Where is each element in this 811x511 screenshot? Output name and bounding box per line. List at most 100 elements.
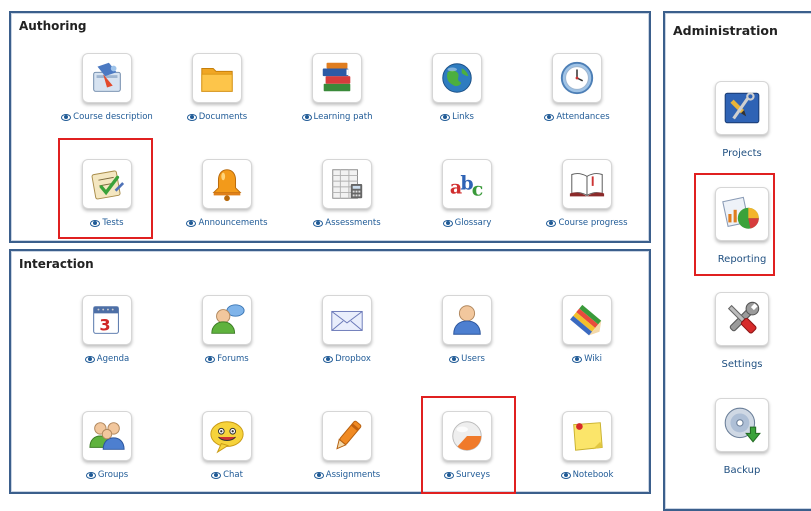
tool-label[interactable]: Users [461, 354, 485, 364]
group-icon [82, 411, 132, 461]
eye-icon [211, 471, 222, 479]
tool-label[interactable]: Tests [102, 218, 123, 228]
folder-icon [192, 53, 242, 103]
bell-icon [202, 159, 252, 209]
tool-projects[interactable]: Projects [697, 81, 787, 159]
tool-label[interactable]: Assignments [326, 470, 380, 480]
eye-icon [205, 355, 216, 363]
tool-label[interactable]: Settings [697, 359, 787, 370]
spreadsheet-icon [322, 159, 372, 209]
tool-attendances[interactable]: Attendances [522, 53, 632, 122]
tool-label[interactable]: Course description [73, 112, 153, 122]
survey-pie-icon [442, 411, 492, 461]
eye-icon [85, 471, 96, 479]
eye-icon [313, 219, 324, 227]
eye-icon [186, 219, 197, 227]
tool-glossary[interactable]: abc Glossary [412, 159, 522, 228]
tool-label[interactable]: Course progress [558, 218, 627, 228]
tool-agenda[interactable]: 3 Agenda [52, 295, 162, 364]
tool-label[interactable]: Wiki [584, 354, 602, 364]
tool-documents[interactable]: Documents [162, 53, 272, 122]
marker-icon [322, 411, 372, 461]
eye-icon [301, 113, 312, 121]
chat-smiley-icon [202, 411, 252, 461]
eye-icon [442, 219, 453, 227]
eye-icon [313, 471, 324, 479]
tool-forums[interactable]: Forums [172, 295, 282, 364]
tool-groups[interactable]: Groups [52, 411, 162, 480]
test-checklist-icon [82, 159, 132, 209]
tool-label[interactable]: Backup [697, 465, 787, 476]
tool-links[interactable]: Links [402, 53, 512, 122]
tool-surveys[interactable]: Surveys [412, 411, 522, 480]
tool-notebook[interactable]: Notebook [532, 411, 642, 480]
tool-assignments[interactable]: Assignments [292, 411, 402, 480]
tool-label[interactable]: Groups [98, 470, 128, 480]
eye-icon [84, 355, 95, 363]
tool-course-description[interactable]: Course description [52, 53, 162, 122]
svg-text:c: c [472, 178, 484, 200]
eye-icon [449, 355, 460, 363]
tool-label[interactable]: Documents [199, 112, 247, 122]
tool-label[interactable]: Attendances [556, 112, 609, 122]
eye-icon [61, 113, 72, 121]
backup-disc-icon [715, 398, 769, 452]
pencils-icon [562, 295, 612, 345]
eye-icon [90, 219, 101, 227]
abc-icon: abc [442, 159, 492, 209]
tool-label[interactable]: Surveys [456, 470, 490, 480]
eye-icon [572, 355, 583, 363]
eye-icon [440, 113, 451, 121]
tool-label[interactable]: Assessments [325, 218, 380, 228]
administration-title: Administration [673, 23, 778, 38]
tool-label[interactable]: Reporting [697, 254, 787, 265]
tool-label[interactable]: Projects [697, 148, 787, 159]
tool-chat[interactable]: Chat [172, 411, 282, 480]
eye-icon [546, 219, 557, 227]
tool-label[interactable]: Announcements [198, 218, 267, 228]
tool-label[interactable]: Learning path [314, 112, 373, 122]
eye-icon [186, 113, 197, 121]
tool-course-progress[interactable]: Course progress [532, 159, 642, 228]
tool-users[interactable]: Users [412, 295, 522, 364]
books-icon [312, 53, 362, 103]
eye-icon [544, 113, 555, 121]
eye-icon [323, 355, 334, 363]
forum-person-icon [202, 295, 252, 345]
tool-tests[interactable]: Tests [52, 159, 162, 228]
envelope-icon [322, 295, 372, 345]
tool-backup[interactable]: Backup [697, 398, 787, 476]
tool-reporting[interactable]: Reporting [697, 187, 787, 265]
tool-label[interactable]: Dropbox [335, 354, 371, 364]
wrench-screwdriver-icon [715, 292, 769, 346]
administration-panel: Administration Projects Reporting Settin… [663, 11, 811, 511]
tool-settings[interactable]: Settings [697, 292, 787, 370]
authoring-title: Authoring [19, 19, 87, 33]
tool-announcements[interactable]: Announcements [172, 159, 282, 228]
calendar-icon: 3 [82, 295, 132, 345]
user-icon [442, 295, 492, 345]
open-book-icon [562, 159, 612, 209]
projects-tools-icon [715, 81, 769, 135]
eye-icon [444, 471, 454, 479]
tool-label[interactable]: Chat [223, 470, 243, 480]
svg-text:3: 3 [99, 315, 110, 334]
tool-label[interactable]: Notebook [573, 470, 614, 480]
interaction-panel: Interaction 3 Agenda Forums Dropbox User… [9, 249, 651, 494]
globe-icon [432, 53, 482, 103]
tool-label[interactable]: Forums [217, 354, 248, 364]
tool-learning-path[interactable]: Learning path [282, 53, 392, 122]
tool-wiki[interactable]: Wiki [532, 295, 642, 364]
eye-icon [560, 471, 571, 479]
course-description-icon [82, 53, 132, 103]
tool-dropbox[interactable]: Dropbox [292, 295, 402, 364]
tool-label[interactable]: Agenda [97, 354, 129, 364]
interaction-title: Interaction [19, 257, 94, 271]
tool-label[interactable]: Glossary [455, 218, 492, 228]
tool-assessments[interactable]: Assessments [292, 159, 402, 228]
sticky-note-icon [562, 411, 612, 461]
authoring-panel: Authoring Course description Documents L… [9, 11, 651, 243]
clock-icon [552, 53, 602, 103]
tool-label[interactable]: Links [452, 112, 474, 122]
reporting-chart-icon [715, 187, 769, 241]
